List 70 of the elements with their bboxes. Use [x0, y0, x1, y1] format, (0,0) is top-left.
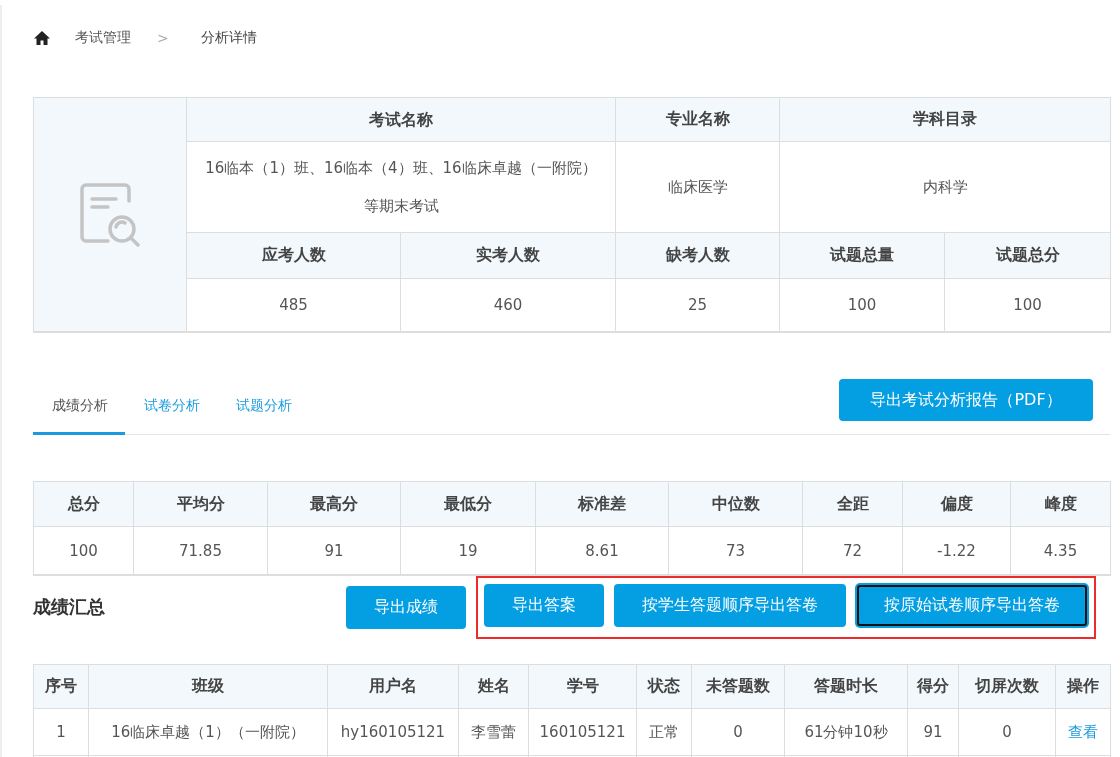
column-header: 答题时长	[785, 665, 908, 709]
table-cell: 72	[803, 527, 903, 575]
column-header: 中位数	[669, 482, 803, 527]
table-cell: 73	[669, 527, 803, 575]
column-header: 偏度	[903, 482, 1011, 527]
column-header: 总分	[34, 482, 134, 527]
table-cell: 160105121	[529, 709, 637, 756]
table-cell: 61分钟10秒	[785, 709, 908, 756]
column-header: 专业名称	[616, 98, 780, 142]
table-cell: 16临床卓越（1）（一附院）	[89, 709, 328, 756]
breadcrumb-separator: >	[157, 30, 169, 46]
table-cell: 临床医学	[616, 142, 780, 233]
column-header: 缺考人数	[616, 233, 780, 279]
column-header: 未答题数	[692, 665, 785, 709]
column-header: 实考人数	[401, 233, 616, 279]
tab[interactable]: 成绩分析	[33, 397, 125, 435]
column-header: 切屏次数	[959, 665, 1056, 709]
column-header: 状态	[637, 665, 692, 709]
column-header: 最低分	[401, 482, 536, 527]
export-button[interactable]: 导出答案	[484, 583, 604, 627]
column-header: 操作	[1056, 665, 1111, 709]
table-cell: 正常	[637, 709, 692, 756]
tab[interactable]: 试卷分析	[125, 397, 217, 435]
column-header: 考试名称	[187, 98, 616, 142]
column-header: 应考人数	[187, 233, 401, 279]
tab[interactable]: 试题分析	[217, 397, 309, 435]
table-cell: -1.22	[903, 527, 1011, 575]
column-header: 最高分	[268, 482, 401, 527]
table-cell: hy160105121	[328, 709, 459, 756]
export-button[interactable]: 按学生答题顺序导出答卷	[614, 583, 846, 627]
export-report-button[interactable]: 导出考试分析报告（PDF）	[839, 379, 1093, 421]
table-cell: 李雪蕾	[459, 709, 529, 756]
table-cell: 25	[616, 279, 780, 332]
column-header: 学科目录	[780, 98, 1111, 142]
column-header: 序号	[34, 665, 89, 709]
table-cell: 16临本（1）班、16临本（4）班、16临床卓越（一附院）等期末考试	[187, 142, 616, 233]
column-header: 试题总量	[780, 233, 945, 279]
table-cell: 8.61	[536, 527, 669, 575]
column-header: 平均分	[134, 482, 268, 527]
table-cell: 0	[692, 709, 785, 756]
breadcrumb-item: 分析详情	[200, 29, 257, 47]
column-header: 得分	[908, 665, 959, 709]
table-cell: 100	[780, 279, 945, 332]
table-cell: 100	[34, 527, 134, 575]
column-header: 标准差	[536, 482, 669, 527]
table-cell: 71.85	[134, 527, 268, 575]
table-cell: 100	[945, 279, 1111, 332]
breadcrumb-item[interactable]: 考试管理	[75, 29, 131, 47]
table-cell: 91	[268, 527, 401, 575]
export-button[interactable]: 导出成绩	[346, 585, 466, 629]
column-header: 全距	[803, 482, 903, 527]
table-cell: 4.35	[1011, 527, 1111, 575]
column-header: 试题总分	[945, 233, 1111, 279]
column-header: 学号	[529, 665, 637, 709]
home-icon[interactable]	[33, 29, 51, 47]
table-cell: 485	[187, 279, 401, 332]
export-button[interactable]: 按原始试卷顺序导出答卷	[856, 583, 1088, 627]
column-header: 班级	[89, 665, 328, 709]
table-cell: 内科学	[780, 142, 1111, 233]
column-header: 峰度	[1011, 482, 1111, 527]
table-cell: 91	[908, 709, 959, 756]
table-cell: 460	[401, 279, 616, 332]
view-link[interactable]: 查看	[1068, 722, 1098, 742]
section-title: 成绩汇总	[33, 595, 106, 619]
table-cell: 19	[401, 527, 536, 575]
document-search-icon	[78, 182, 142, 247]
column-header: 姓名	[459, 665, 529, 709]
column-header: 用户名	[328, 665, 459, 709]
table-cell: 1	[34, 709, 89, 756]
table-cell: 0	[959, 709, 1056, 756]
